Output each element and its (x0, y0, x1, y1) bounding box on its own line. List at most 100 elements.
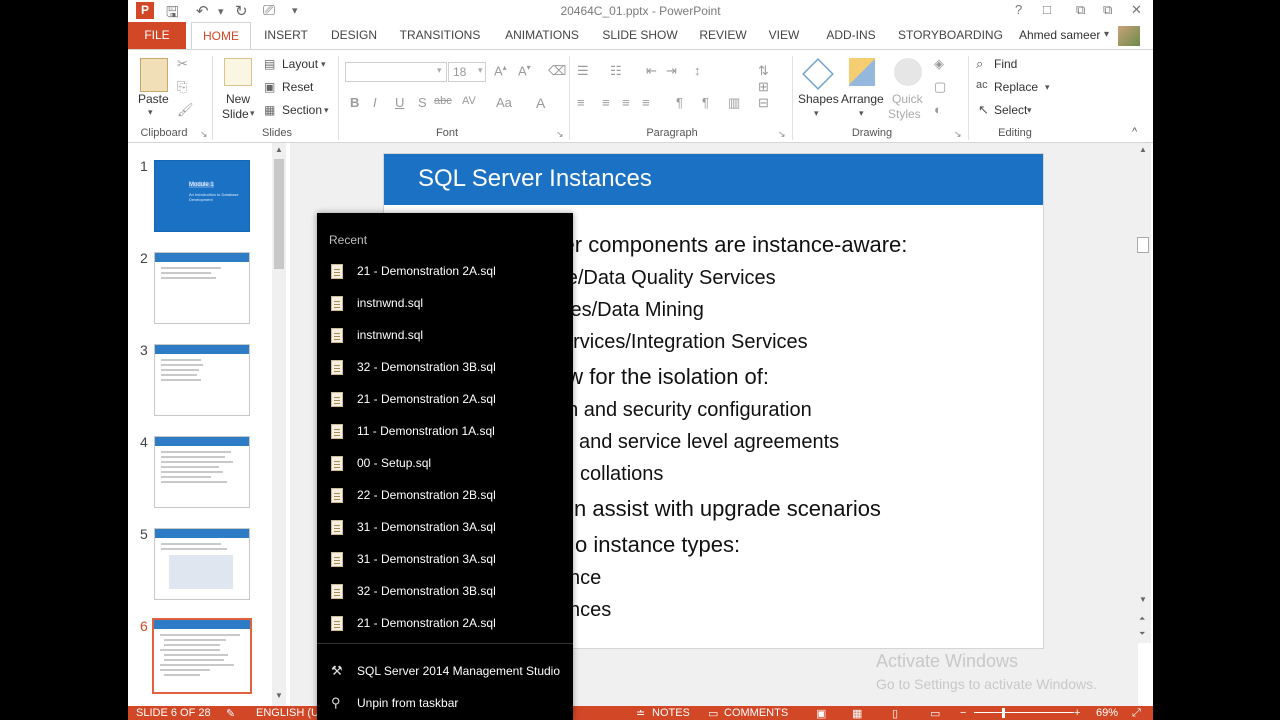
jump-list-item[interactable]: 31 - Demonstration 3A.sql (317, 512, 573, 544)
account-dropdown-icon[interactable]: ▾ (1104, 29, 1109, 40)
quick-styles-label-2[interactable]: Styles (888, 107, 921, 121)
slide-thumbnail-2[interactable] (154, 252, 250, 324)
slide-bullet[interactable]: o instance types: (575, 532, 740, 558)
align-left-icon[interactable]: ≡ (577, 95, 585, 110)
jump-list-item[interactable]: 32 - Demonstration 3B.sql (317, 576, 573, 608)
ltr-icon[interactable]: ¶ (676, 95, 683, 110)
jump-list-item[interactable]: 21 - Demonstration 2A.sql (317, 256, 573, 288)
paste-button[interactable]: Paste (138, 92, 169, 106)
slide-bullet[interactable]: nce (569, 567, 601, 590)
jump-list-item[interactable]: 00 - Setup.sql (317, 448, 573, 480)
tab-slide-show[interactable]: SLIDE SHOW (600, 22, 680, 49)
align-center-icon[interactable]: ≡ (602, 95, 610, 110)
jump-list-item[interactable]: 11 - Demonstration 1A.sql (317, 416, 573, 448)
increase-indent-icon[interactable]: ⇥ (666, 63, 677, 79)
slide-scrollbar[interactable]: ▲ ▼ ⏶ ⏷ (1136, 143, 1151, 643)
layout-icon[interactable]: ▤ (264, 57, 275, 71)
slide-show-icon[interactable]: ▭ (930, 707, 940, 720)
jump-list-item[interactable]: instnwnd.sql (317, 320, 573, 352)
language-indicator[interactable]: ENGLISH (U (256, 707, 319, 719)
font-name-input[interactable] (345, 62, 447, 82)
bullets-icon[interactable]: ☰ (577, 63, 589, 79)
jump-list-item[interactable]: 32 - Demonstration 3B.sql (317, 352, 573, 384)
slide-bullet[interactable]: gine/Data Quality Services (540, 267, 776, 290)
previous-slide-icon[interactable]: ⏶ (1139, 614, 1145, 624)
reset-button[interactable]: Reset (282, 80, 313, 94)
shapes-icon[interactable] (802, 58, 834, 90)
copy-icon[interactable]: ⎘ (177, 79, 187, 95)
tab-add-ins[interactable]: ADD-INS (818, 22, 884, 49)
paste-dropdown-icon[interactable]: ▾ (148, 107, 153, 118)
slide-title[interactable]: SQL Server Instances (418, 165, 652, 193)
tab-view[interactable]: VIEW (764, 22, 804, 49)
strikethrough-button[interactable]: abc (434, 95, 452, 107)
slide-bullet[interactable]: ow for the isolation of: (555, 364, 769, 390)
paragraph-launcher-icon[interactable]: ↘ (778, 129, 786, 140)
decrease-indent-icon[interactable]: ⇤ (646, 63, 657, 79)
scroll-down-icon[interactable]: ▼ (1139, 595, 1147, 604)
shape-effects-icon[interactable]: ◐ (934, 102, 942, 117)
select-dropdown-icon[interactable]: ▾ (1027, 105, 1032, 116)
notes-button[interactable]: NOTES (652, 707, 690, 719)
increase-font-icon[interactable]: A▴ (494, 63, 507, 78)
tab-transitions[interactable]: TRANSITIONS (396, 22, 484, 49)
spelling-icon[interactable]: ✎ (226, 707, 235, 720)
zoom-in-icon[interactable]: + (1074, 707, 1080, 719)
line-spacing-icon[interactable]: ↕ (694, 63, 701, 78)
zoom-slider[interactable] (974, 712, 1074, 713)
character-spacing-button[interactable]: AV (462, 95, 476, 107)
comments-button[interactable]: COMMENTS (724, 707, 788, 719)
zoom-level[interactable]: 69% (1096, 707, 1118, 719)
new-slide-icon[interactable] (224, 58, 252, 86)
jump-list-task-open-ssms[interactable]: ⚒ SQL Server 2014 Management Studio (317, 656, 573, 688)
avatar[interactable] (1118, 26, 1140, 46)
jump-list-item[interactable]: 21 - Demonstration 2A.sql (317, 384, 573, 416)
slide-counter[interactable]: SLIDE 6 OF 28 (136, 707, 211, 719)
jump-list-item[interactable]: instnwnd.sql (317, 288, 573, 320)
slide-bullet[interactable]: ervices/Integration Services (562, 331, 808, 354)
justify-icon[interactable]: ≡ (642, 95, 650, 110)
normal-view-icon[interactable]: ▣ (816, 707, 826, 720)
arrange-icon[interactable] (849, 58, 875, 86)
slide-thumbnail-6[interactable] (152, 618, 252, 694)
select-button[interactable]: Select (994, 103, 1027, 117)
slide-sorter-icon[interactable]: ▦ (852, 707, 862, 720)
replace-button[interactable]: Replace (994, 80, 1038, 94)
arrange-button[interactable]: Arrange (841, 92, 884, 106)
section-button[interactable]: Section (282, 103, 322, 117)
scrollbar-thumb[interactable] (274, 159, 284, 269)
close-icon[interactable]: ✕ (1131, 2, 1142, 18)
comments-icon[interactable]: ▭ (708, 707, 718, 720)
text-direction-icon[interactable]: ⇅ (758, 63, 769, 79)
scroll-down-icon[interactable]: ▼ (275, 691, 283, 700)
restore-ribbon-icon[interactable]: □ (1043, 2, 1051, 17)
select-icon[interactable]: ↖ (978, 102, 989, 118)
find-icon[interactable]: ⌕ (976, 56, 983, 72)
drawing-launcher-icon[interactable]: ↘ (954, 129, 962, 140)
notes-icon[interactable]: ≐ (636, 707, 645, 720)
decrease-font-icon[interactable]: A▾ (518, 63, 531, 78)
slide-thumbnail-4[interactable] (154, 436, 250, 508)
tab-file[interactable]: FILE (128, 22, 186, 49)
fit-to-window-icon[interactable]: ⤢ (1132, 707, 1141, 720)
underline-button[interactable]: U (395, 95, 404, 110)
jump-list-item[interactable]: 21 - Demonstration 2A.sql (317, 608, 573, 640)
font-launcher-icon[interactable]: ↘ (556, 129, 564, 140)
collapse-ribbon-icon[interactable]: ^ (1132, 126, 1137, 138)
shapes-button[interactable]: Shapes (798, 92, 839, 106)
paste-icon[interactable] (140, 58, 168, 92)
reset-icon[interactable]: ▣ (264, 80, 275, 94)
font-name-dropdown-icon[interactable]: ▾ (437, 65, 442, 76)
align-text-icon[interactable]: ⊟ (758, 95, 769, 111)
thumbnails-scrollbar[interactable]: ▲ ▼ (272, 143, 286, 706)
cut-icon[interactable]: ✂ (177, 56, 188, 72)
user-account[interactable]: Ahmed sameer (1019, 22, 1100, 49)
section-dropdown-icon[interactable]: ▾ (324, 105, 329, 116)
format-painter-icon[interactable]: 🖌 (177, 102, 194, 118)
shadow-button[interactable]: S (418, 95, 427, 110)
replace-dropdown-icon[interactable]: ▾ (1045, 82, 1050, 93)
scroll-up-icon[interactable]: ▲ (275, 145, 283, 154)
next-slide-icon[interactable]: ⏷ (1139, 629, 1145, 639)
shape-outline-icon[interactable]: ▢ (934, 79, 946, 95)
slide-bullet[interactable]: nces (569, 599, 611, 622)
